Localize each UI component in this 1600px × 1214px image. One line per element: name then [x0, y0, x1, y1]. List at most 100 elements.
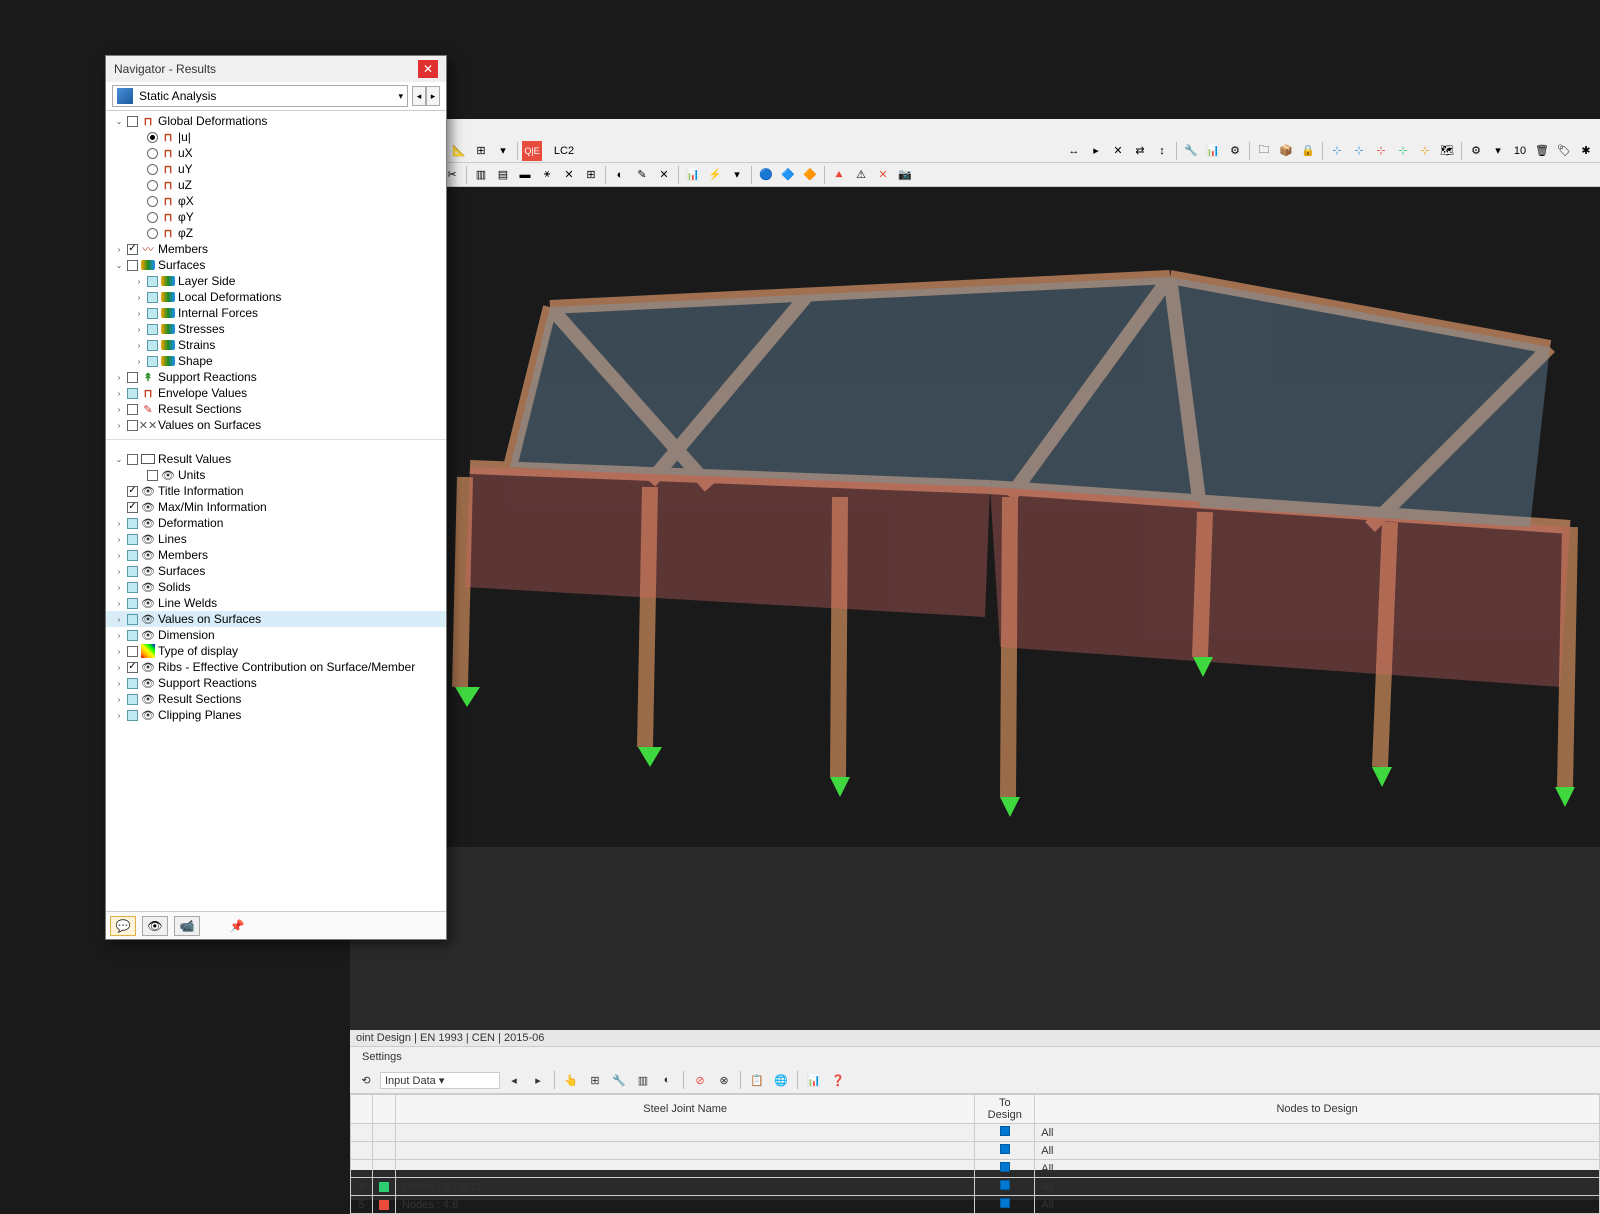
tree-item[interactable]: ⊓φZ: [106, 225, 446, 241]
table-row[interactable]: All: [351, 1142, 1600, 1160]
checkbox[interactable]: [127, 582, 138, 593]
expander-closed-icon[interactable]: ›: [114, 420, 124, 430]
checkbox[interactable]: [127, 694, 138, 705]
table-row[interactable]: All: [351, 1124, 1600, 1142]
expander-closed-icon[interactable]: ›: [114, 614, 124, 624]
toolbar-row-2[interactable]: ▦⚙📷 🖼✂ ▥▤▬ ⚹✕⊞ ◐✎✕ 📊⚡▾ 🔵🔷🔶 🔺⚠✕ 📷: [350, 163, 1600, 187]
menubar[interactable]: -BIM Help: [350, 119, 1600, 139]
expander-closed-icon[interactable]: ›: [114, 598, 124, 608]
checkbox[interactable]: [127, 486, 138, 497]
checkbox[interactable]: [147, 470, 158, 481]
checkbox[interactable]: [127, 550, 138, 561]
tree-item[interactable]: ›👁Dimension: [106, 627, 446, 643]
expander-closed-icon[interactable]: ›: [134, 356, 144, 366]
tree-item[interactable]: ›👁Result Sections: [106, 691, 446, 707]
checkbox[interactable]: [127, 260, 138, 271]
tree-item[interactable]: ⊓uY: [106, 161, 446, 177]
toolbar-row-1[interactable]: 📋▾ 🏠🔩📐 ⊞▾ Q|E LC2 ↔▸✕ ⇄↕ 🔧📊⚙ 🗀📦🔒 ⊹⊹ ⊹⊹ ⊹…: [350, 139, 1600, 163]
tree-item[interactable]: ›✎Result Sections: [106, 401, 446, 417]
radio-button[interactable]: [147, 164, 158, 175]
next-button[interactable]: ▸: [426, 86, 440, 106]
expander-closed-icon[interactable]: ›: [114, 534, 124, 544]
tree-item[interactable]: ›Stresses: [106, 321, 446, 337]
expander-closed-icon[interactable]: ›: [114, 244, 124, 254]
checkbox[interactable]: [147, 292, 158, 303]
expander-closed-icon[interactable]: ›: [114, 372, 124, 382]
checkbox[interactable]: [127, 630, 138, 641]
navigator-titlebar[interactable]: Navigator - Results ✕: [106, 56, 446, 82]
expander-closed-icon[interactable]: ›: [134, 292, 144, 302]
tree-item[interactable]: ›👁Lines: [106, 531, 446, 547]
expander-closed-icon[interactable]: ›: [114, 630, 124, 640]
expander-closed-icon[interactable]: ›: [114, 646, 124, 656]
tree-item[interactable]: ⌄⊓Global Deformations: [106, 113, 446, 129]
tree-item[interactable]: ⌄Surfaces: [106, 257, 446, 273]
tree-item[interactable]: 👁Title Information: [106, 483, 446, 499]
results-tree[interactable]: ⌄⊓Global Deformations⊓|u|⊓uX⊓uY⊓uZ⊓φX⊓φY…: [106, 111, 446, 911]
radio-button[interactable]: [147, 228, 158, 239]
expander-closed-icon[interactable]: ›: [114, 694, 124, 704]
tree-item[interactable]: 👁Units: [106, 467, 446, 483]
checkbox[interactable]: [127, 678, 138, 689]
expander-closed-icon[interactable]: ›: [114, 404, 124, 414]
bottom-table[interactable]: Steel Joint NameTo DesignNodes to Design…: [350, 1094, 1600, 1214]
expander-closed-icon[interactable]: ›: [114, 582, 124, 592]
radio-button[interactable]: [147, 212, 158, 223]
checkbox[interactable]: [127, 454, 138, 465]
checkbox[interactable]: [127, 710, 138, 721]
tree-item[interactable]: ⊓uX: [106, 145, 446, 161]
tree-item[interactable]: ›👁Support Reactions: [106, 675, 446, 691]
tree-item[interactable]: 👁Max/Min Information: [106, 499, 446, 515]
table-row[interactable]: 4Nodes : 3,7,9,11All: [351, 1178, 1600, 1196]
expander-closed-icon[interactable]: ›: [114, 710, 124, 720]
tree-item[interactable]: ›👁Surfaces: [106, 563, 446, 579]
tree-item[interactable]: ⊓φX: [106, 193, 446, 209]
expander-closed-icon[interactable]: ›: [114, 662, 124, 672]
tree-item[interactable]: ›Internal Forces: [106, 305, 446, 321]
expander-closed-icon[interactable]: ›: [134, 324, 144, 334]
checkbox[interactable]: [127, 614, 138, 625]
expander-closed-icon[interactable]: ›: [134, 276, 144, 286]
viewport-3d[interactable]: [350, 187, 1600, 847]
checkbox[interactable]: [127, 662, 138, 673]
tree-item[interactable]: ›👁Line Welds: [106, 595, 446, 611]
tree-item[interactable]: ›✕✕Values on Surfaces: [106, 417, 446, 433]
checkbox[interactable]: [147, 356, 158, 367]
footer-btn-pin[interactable]: 📌: [224, 916, 250, 936]
radio-button[interactable]: [147, 196, 158, 207]
checkbox[interactable]: [127, 388, 138, 399]
radio-button[interactable]: [147, 132, 158, 143]
expander-open-icon[interactable]: ⌄: [114, 116, 124, 126]
checkbox[interactable]: [127, 116, 138, 127]
tree-item[interactable]: ⊓φY: [106, 209, 446, 225]
tree-item[interactable]: ⊓|u|: [106, 129, 446, 145]
footer-btn-chat[interactable]: 💬: [110, 916, 136, 936]
close-button[interactable]: ✕: [418, 60, 438, 78]
tree-item[interactable]: ›👁Values on Surfaces: [106, 611, 446, 627]
checkbox[interactable]: [127, 502, 138, 513]
expander-open-icon[interactable]: ⌄: [114, 260, 124, 270]
checkbox[interactable]: [127, 372, 138, 383]
tree-item[interactable]: ›Type of display: [106, 643, 446, 659]
checkbox[interactable]: [147, 276, 158, 287]
expander-closed-icon[interactable]: ›: [134, 308, 144, 318]
checkbox[interactable]: [127, 420, 138, 431]
tree-item[interactable]: ⊓uZ: [106, 177, 446, 193]
checkbox[interactable]: [147, 308, 158, 319]
tree-item[interactable]: ›👁Clipping Planes: [106, 707, 446, 723]
radio-button[interactable]: [147, 148, 158, 159]
expander-closed-icon[interactable]: ›: [114, 678, 124, 688]
tree-item[interactable]: ›Shape: [106, 353, 446, 369]
checkbox[interactable]: [127, 534, 138, 545]
expander-closed-icon[interactable]: ›: [114, 566, 124, 576]
tree-item[interactable]: ›Layer Side: [106, 273, 446, 289]
bottom-controls[interactable]: ⟲ Input Data ▾ ◂▸ 👆⊞ 🔧▥◐ ⊘⊗ 📋🌐 📊❓: [350, 1067, 1600, 1094]
checkbox[interactable]: [127, 566, 138, 577]
expander-open-icon[interactable]: ⌄: [114, 454, 124, 464]
load-case-selector[interactable]: LC2: [544, 141, 584, 161]
tree-item[interactable]: ›Local Deformations: [106, 289, 446, 305]
expander-closed-icon[interactable]: ›: [114, 518, 124, 528]
analysis-dropdown[interactable]: Static Analysis ▾: [112, 85, 408, 107]
expander-closed-icon[interactable]: ›: [114, 388, 124, 398]
tree-item[interactable]: ›↟Support Reactions: [106, 369, 446, 385]
